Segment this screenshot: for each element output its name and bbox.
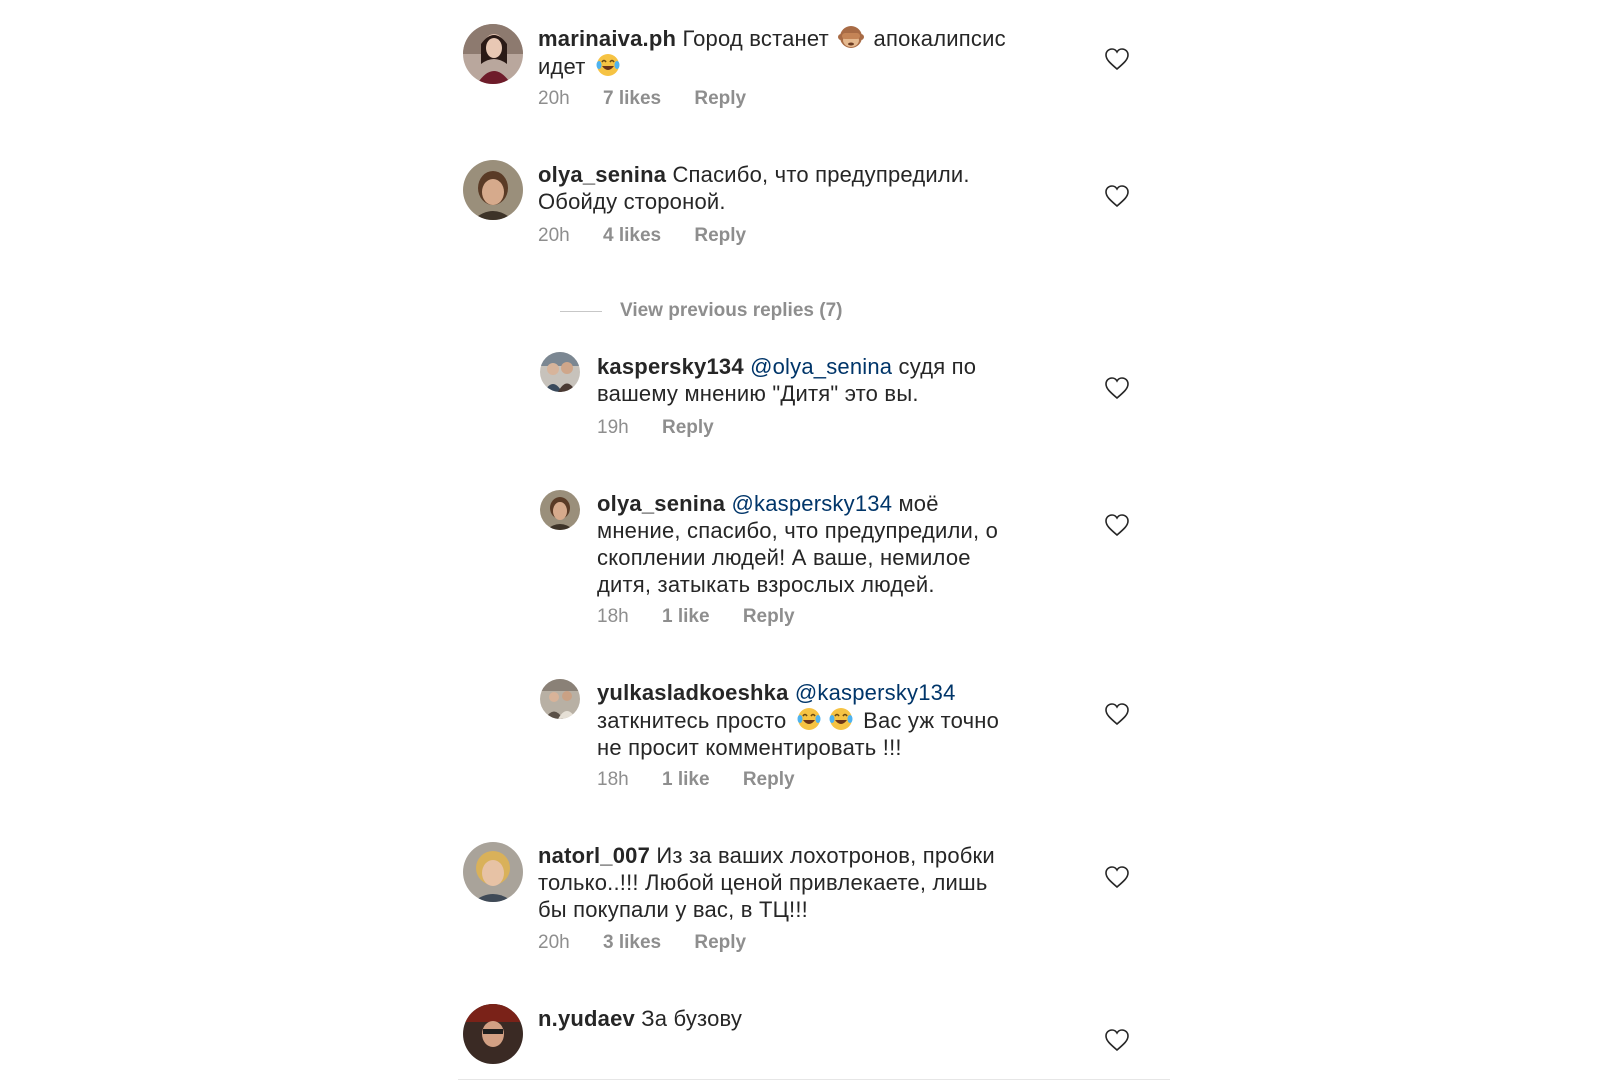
comment-item: n.yudaev За бузову	[0, 0, 1622, 1080]
heart-icon[interactable]	[1104, 1028, 1130, 1052]
comment-text: За бузову	[641, 1006, 743, 1031]
avatar[interactable]	[463, 1004, 523, 1064]
comment-username[interactable]: n.yudaev	[538, 1006, 635, 1031]
comments-list: marinaiva.ph Город встанет апокалипсис и…	[0, 0, 1622, 1080]
